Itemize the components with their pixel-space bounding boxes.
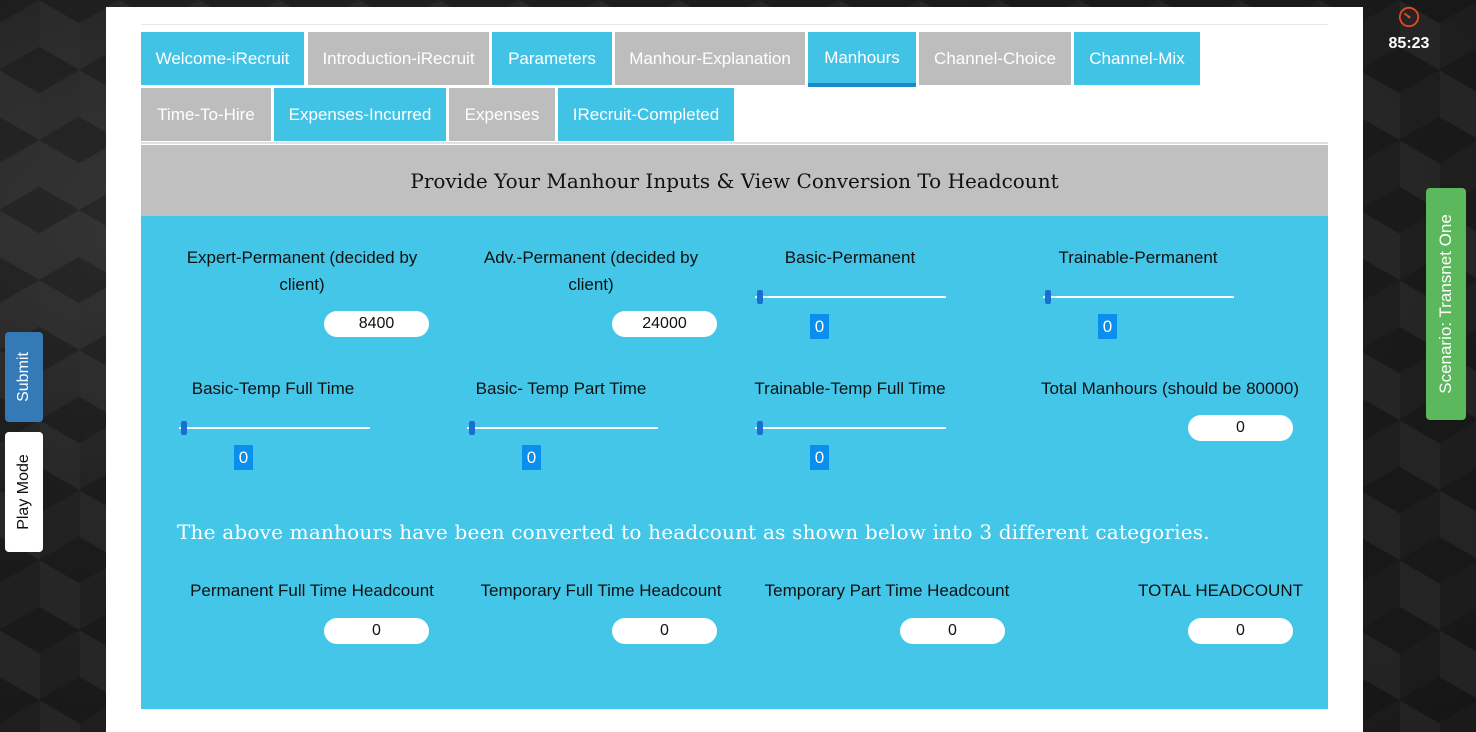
trainable-temp-ft-slider-thumb[interactable] (757, 421, 763, 435)
play-mode-button[interactable]: Play Mode (5, 432, 43, 552)
tab-label: Expenses-Incurred (288, 104, 432, 124)
page-title: Provide Your Manhour Inputs & View Conve… (410, 168, 1059, 193)
trainable-temp-ft-value: 0 (810, 445, 829, 470)
tab-channel-mix[interactable]: Channel-Mix (1074, 32, 1200, 85)
temp-ft-headcount-label: Temporary Full Time Headcount (480, 581, 722, 600)
play-mode-label: Play Mode (15, 454, 32, 530)
trainable-permanent-slider[interactable] (1043, 296, 1234, 298)
trainable-temp-ft-label: Trainable-Temp Full Time (754, 379, 946, 398)
adv-permanent-label: Adv.-Permanent (decided by client) (483, 248, 699, 294)
temp-pt-headcount-label: Temporary Part Time Headcount (764, 581, 1010, 600)
trainable-permanent-slider-thumb[interactable] (1045, 290, 1051, 304)
tab-manhours[interactable]: Manhours (808, 32, 916, 87)
tab-expenses[interactable]: Expenses (449, 88, 555, 141)
timer: 85:23 (1386, 6, 1432, 53)
perm-ft-headcount-value: 0 (324, 618, 429, 644)
total-manhours-label: Total Manhours (should be 80000) (1041, 379, 1299, 398)
trainable-permanent-value: 0 (1098, 314, 1117, 339)
trainable-permanent-label: Trainable-Permanent (1058, 248, 1218, 267)
temp-pt-headcount-value: 0 (900, 618, 1005, 644)
submit-button[interactable]: Submit (5, 332, 43, 422)
tab-introduction-irecruit[interactable]: Introduction-iRecruit (308, 32, 489, 85)
tab-label: IRecruit-Completed (572, 104, 720, 124)
tab-label: Manhours (824, 47, 900, 67)
basic-temp-pt-slider[interactable] (467, 427, 658, 429)
basic-temp-pt-value: 0 (522, 445, 541, 470)
expert-permanent-label: Expert-Permanent (decided by client) (186, 248, 418, 294)
basic-temp-pt-slider-thumb[interactable] (469, 421, 475, 435)
tab-irecruit-completed[interactable]: IRecruit-Completed (558, 88, 734, 141)
adv-permanent-input[interactable]: 24000 (612, 311, 717, 337)
tab-manhour-explanation[interactable]: Manhour-Explanation (615, 32, 805, 85)
perm-ft-headcount-label: Permanent Full Time Headcount (190, 581, 434, 600)
tab-channel-choice[interactable]: Channel-Choice (919, 32, 1071, 85)
submit-label: Submit (15, 352, 33, 402)
main-page: Welcome-iRecruit Introduction-iRecruit P… (106, 7, 1363, 732)
temp-ft-headcount-value: 0 (612, 618, 717, 644)
tab-label: Welcome-iRecruit (155, 48, 290, 68)
total-headcount-value: 0 (1188, 618, 1293, 644)
basic-permanent-value: 0 (810, 314, 829, 339)
basic-permanent-slider-thumb[interactable] (757, 290, 763, 304)
tab-label: Manhour-Explanation (629, 48, 791, 68)
clock-icon (1398, 6, 1420, 28)
tab-expenses-incurred[interactable]: Expenses-Incurred (274, 88, 446, 141)
tab-label: Parameters (508, 48, 596, 68)
basic-permanent-slider[interactable] (755, 296, 946, 298)
divider (141, 24, 1328, 25)
tab-divider (141, 142, 1328, 144)
tab-label: Introduction-iRecruit (322, 48, 475, 68)
total-manhours-input[interactable]: 0 (1188, 415, 1293, 441)
input-panel: Expert-Permanent (decided by client) 840… (141, 216, 1328, 709)
basic-temp-pt-label: Basic- Temp Part Time (475, 379, 647, 398)
tab-time-to-hire[interactable]: Time-To-Hire (141, 88, 271, 141)
conversion-note: The above manhours have been converted t… (177, 520, 1210, 544)
tab-label: Expenses (464, 104, 540, 124)
scenario-tab[interactable]: Scenario: Transnet One (1426, 188, 1466, 420)
timer-value: 85:23 (1388, 35, 1430, 52)
total-headcount-label: TOTAL HEADCOUNT (1138, 581, 1303, 600)
tab-label: Channel-Mix (1089, 48, 1185, 68)
basic-temp-ft-slider-thumb[interactable] (181, 421, 187, 435)
tab-label: Time-To-Hire (157, 104, 255, 124)
basic-temp-ft-slider[interactable] (179, 427, 370, 429)
section-header: Provide Your Manhour Inputs & View Conve… (141, 145, 1328, 216)
basic-temp-ft-label: Basic-Temp Full Time (191, 379, 355, 398)
scenario-label: Scenario: Transnet One (1436, 214, 1456, 394)
trainable-temp-ft-slider[interactable] (755, 427, 946, 429)
basic-permanent-label: Basic-Permanent (784, 248, 916, 267)
basic-temp-ft-value: 0 (234, 445, 253, 470)
tab-welcome-irecruit[interactable]: Welcome-iRecruit (141, 32, 304, 85)
expert-permanent-input[interactable]: 8400 (324, 311, 429, 337)
tab-parameters[interactable]: Parameters (492, 32, 612, 85)
tab-label: Channel-Choice (934, 48, 1056, 68)
